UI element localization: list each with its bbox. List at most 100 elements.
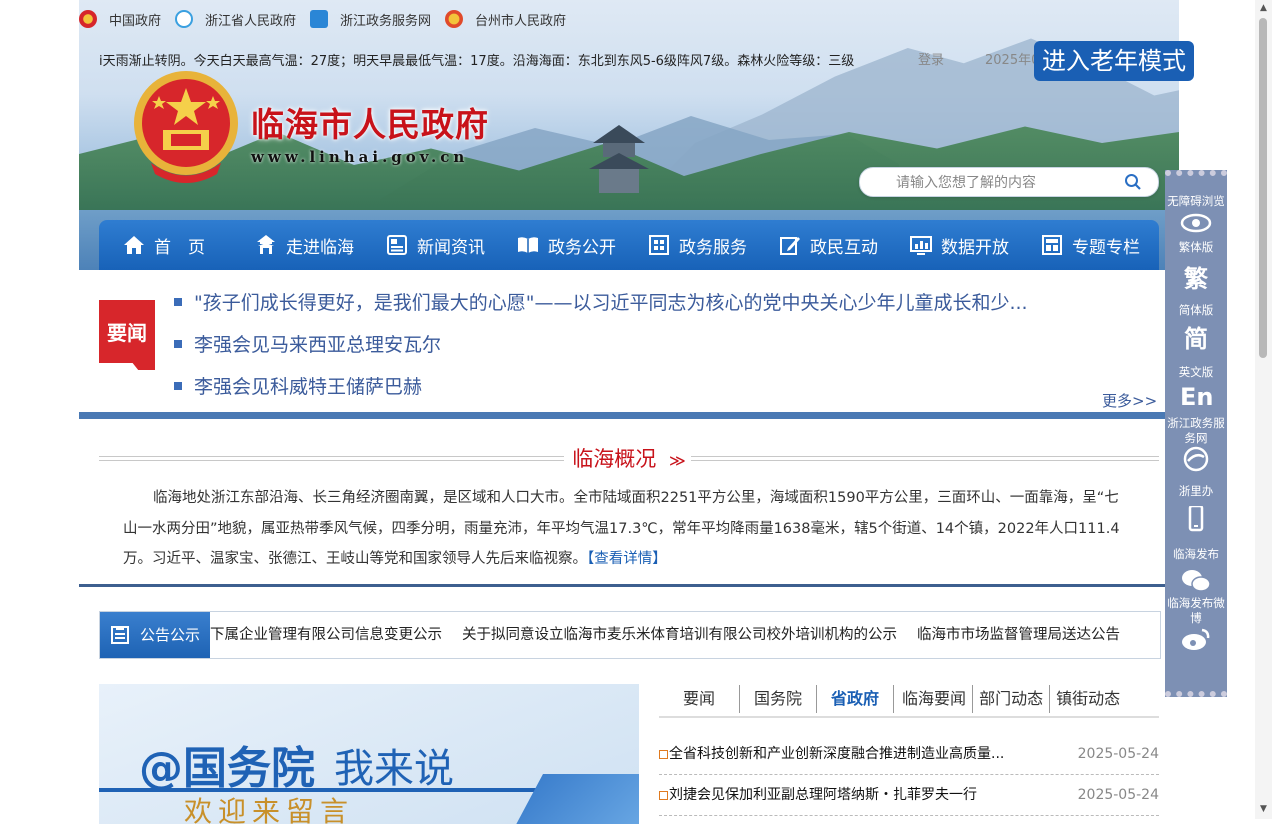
nav-open-data[interactable]: 数据开放 — [878, 220, 1009, 270]
search-icon[interactable] — [1124, 173, 1142, 191]
notice-item[interactable]: 关于拟同意设立临海市麦乐米体育培训有限公司校外培训机构的公示 — [462, 627, 897, 643]
nav-label: 政民互动 — [810, 237, 878, 258]
sidebar-item-label: 临海发布 — [1173, 547, 1219, 561]
edit-icon — [780, 237, 800, 255]
divider — [79, 584, 1179, 587]
promo-line1: @国务院 — [139, 743, 315, 794]
sidebar-item-label: 简体版 — [1178, 303, 1214, 317]
pavilion-icon — [257, 235, 275, 254]
main-nav: 首 页 走进临海 新闻资讯 政务公开 政务服务 政民互动 数据开放 专题专栏 — [99, 220, 1159, 270]
pavilion-decoration — [589, 125, 649, 193]
list-item-title[interactable]: 刘捷会见保加利亚副总理阿塔纳斯・扎菲罗夫一行 — [669, 775, 1029, 815]
nav-about-linhai[interactable]: 走进临海 — [205, 220, 354, 270]
chart-icon — [910, 236, 932, 255]
nav-label: 专题专栏 — [1072, 237, 1140, 258]
sidebar-item-weibo[interactable]: 临海发布微博 — [1165, 596, 1227, 626]
more-link[interactable]: 更多>> — [1102, 390, 1157, 411]
scroll-up-arrow-icon[interactable]: ▲ — [1258, 3, 1269, 13]
page-scrollbar[interactable]: ▲ ▼ — [1255, 0, 1272, 819]
national-emblem-logo — [134, 71, 238, 183]
notice-item[interactable]: 临海市市场监督管理局送达公告 — [917, 627, 1120, 643]
sidebar-item-label: 无障碍浏览 — [1167, 194, 1225, 208]
sidebar-item-accessibility[interactable]: 无障碍浏览 — [1165, 194, 1227, 209]
headlines-section: 要闻 "孩子们成长得更好，是我们最大的心愿"——以习近平同志为核心的党中央关心少… — [79, 270, 1179, 412]
tab-linhai-news[interactable]: 临海要闻 — [894, 685, 974, 713]
sidebar-item-label: 繁体版 — [1178, 240, 1214, 254]
nav-label: 数据开放 — [941, 237, 1009, 258]
tab-provincial-gov[interactable]: 省政府 — [817, 685, 895, 713]
top-link-zhejiang-gov[interactable]: 浙江省人民政府 — [175, 10, 296, 29]
elderly-mode-button[interactable]: 进入老年模式 — [1034, 41, 1194, 81]
site-url: www.linhai.gov.cn — [251, 148, 469, 166]
nav-label: 政务服务 — [679, 237, 747, 258]
tab-headlines[interactable]: 要闻 — [659, 685, 741, 713]
top-link-zjzw[interactable]: 浙江政务服务网 — [310, 10, 431, 29]
list-item-date: 2025-05-24 — [1077, 746, 1159, 762]
double-chevron-down-icon: ≫ — [668, 451, 686, 470]
list-item[interactable]: 刘捷会见保加利亚副总理阿塔纳斯・扎菲罗夫一行 2025-05-24 — [659, 775, 1159, 816]
search-box — [859, 167, 1159, 197]
sidebar-item-english[interactable]: 英文版 — [1165, 365, 1227, 380]
bullet-icon — [174, 381, 182, 390]
nav-label: 走进临海 — [286, 237, 354, 258]
taizhou-emblem-icon — [445, 10, 464, 28]
notice-icon — [111, 626, 129, 644]
notice-item[interactable]: 下属企业管理有限公司信息变更公示 — [210, 627, 442, 643]
home-icon — [124, 236, 144, 254]
service-icon — [649, 235, 669, 255]
headline-item[interactable]: 李强会见科威特王储萨巴赫 — [174, 372, 422, 399]
headline-text: "孩子们成长得更好，是我们最大的心愿"——以习近平同志为核心的党中央关心少年儿童… — [194, 292, 1028, 314]
notice-ticker: 下属企业管理有限公司信息变更公示 关于拟同意设立临海市麦乐米体育培训有限公司校外培… — [210, 612, 1160, 658]
weibo-icon — [1182, 628, 1210, 650]
floating-sidebar: 无障碍浏览 繁体版 繁 简体版 简 英文版 En 浙江政务服务网 浙里办 临海发… — [1165, 170, 1227, 697]
national-emblem-icon — [79, 10, 97, 28]
headline-item[interactable]: 李强会见马来西亚总理安瓦尔 — [174, 330, 441, 357]
sidebar-item-simplified[interactable]: 简体版 — [1165, 303, 1227, 318]
nav-label: 新闻资讯 — [417, 237, 485, 258]
search-input[interactable] — [894, 172, 1118, 194]
headline-text: 李强会见科威特王储萨巴赫 — [194, 376, 423, 398]
tab-department-news[interactable]: 部门动态 — [973, 685, 1051, 713]
divider — [79, 412, 1179, 419]
nav-gov-affairs[interactable]: 政务公开 — [485, 220, 616, 270]
top-link-taizhou-gov[interactable]: 台州市人民政府 — [445, 10, 566, 29]
sidebar-item-wechat[interactable]: 临海发布 — [1165, 547, 1227, 562]
headlines-tag: 要闻 — [99, 300, 155, 370]
wechat-icon — [1182, 570, 1211, 592]
headline-item[interactable]: "孩子们成长得更好，是我们最大的心愿"——以习近平同志为核心的党中央关心少年儿童… — [174, 288, 1028, 315]
bullet-icon — [659, 791, 668, 800]
tab-town-news[interactable]: 镇街动态 — [1050, 685, 1126, 713]
newspaper-icon — [387, 235, 407, 255]
news-tabs: 要闻 国务院 省政府 临海要闻 部门动态 镇街动态 — [659, 684, 1159, 718]
promo-banner[interactable]: @国务院 我来说 欢迎来留言 — [99, 684, 639, 824]
zjzw-icon — [1183, 446, 1209, 472]
sidebar-item-label: 临海发布微博 — [1167, 596, 1225, 625]
nav-home[interactable]: 首 页 — [99, 220, 205, 270]
overview-title: 临海概况 ≫ — [79, 443, 1179, 473]
bullet-icon — [174, 297, 182, 306]
view-details-link[interactable]: 【查看详情】 — [587, 551, 667, 567]
site-title: 临海市人民政府 — [251, 105, 489, 144]
zhejiang-gov-icon — [175, 10, 194, 28]
top-link-china-gov[interactable]: 中国政府 — [79, 10, 161, 29]
overview-text: 临海地处浙江东部沿海、长三角经济圈南翼，是区域和人口大市。全市陆域面积2251平… — [123, 483, 1133, 575]
list-item[interactable]: 全省科技创新和产业创新深度融合推进制造业高质量... 2025-05-24 — [659, 734, 1159, 775]
sidebar-item-zheliban[interactable]: 浙里办 — [1165, 484, 1227, 499]
scroll-down-arrow-icon[interactable]: ▼ — [1258, 804, 1269, 814]
nav-interaction[interactable]: 政民互动 — [747, 220, 878, 270]
notice-tag[interactable]: 公告公示 — [100, 612, 210, 658]
nav-gov-services[interactable]: 政务服务 — [616, 220, 747, 270]
nav-label: 首 页 — [154, 237, 205, 258]
nav-news[interactable]: 新闻资讯 — [354, 220, 485, 270]
tab-state-council[interactable]: 国务院 — [740, 685, 818, 713]
scrollbar-thumb[interactable] — [1259, 18, 1267, 358]
promo-shape — [511, 774, 639, 824]
notice-tag-label: 公告公示 — [140, 626, 201, 644]
nav-special-column[interactable]: 专题专栏 — [1009, 220, 1140, 270]
login-link[interactable]: 登录 — [918, 49, 944, 68]
sidebar-item-traditional[interactable]: 繁体版 — [1165, 240, 1227, 255]
list-item-title[interactable]: 全省科技创新和产业创新深度融合推进制造业高质量... — [669, 734, 1029, 774]
nav-label: 政务公开 — [548, 237, 616, 258]
list-item-date: 2025-05-24 — [1077, 787, 1159, 803]
sidebar-item-zjzw[interactable]: 浙江政务服务网 — [1165, 416, 1227, 446]
